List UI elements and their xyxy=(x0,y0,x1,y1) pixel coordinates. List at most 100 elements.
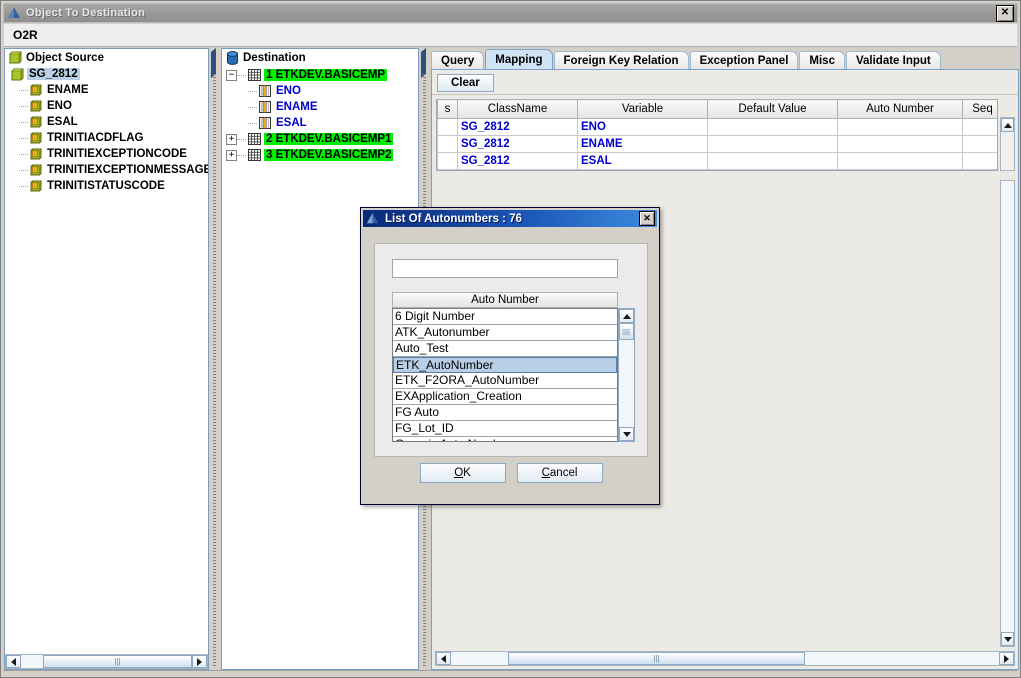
divider-expand-right-icon[interactable] xyxy=(211,58,219,78)
cell-seq[interactable] xyxy=(962,118,997,136)
dest-node-2[interactable]: + 2 ETKDEV.BASICEMP1 xyxy=(222,131,418,147)
clear-button[interactable]: Clear xyxy=(437,73,494,92)
scroll-up-button[interactable] xyxy=(1001,118,1014,132)
dest-node-1[interactable]: − 1 ETKDEV.BASICEMP xyxy=(222,67,418,83)
tree-toggle-icon[interactable]: + xyxy=(226,133,237,145)
object-source-tree[interactable]: SG_2812 ENAME ENO ESAL TRINITIACDFLAG TR… xyxy=(5,66,208,194)
cell-s[interactable] xyxy=(437,118,458,136)
cell-class-name[interactable]: SG_2812 xyxy=(457,152,578,170)
cell-variable[interactable]: ESAL xyxy=(577,152,708,170)
split-divider-left[interactable] xyxy=(209,48,221,670)
mapping-table[interactable]: s ClassName Variable Default Value Auto Numb… xyxy=(436,99,998,171)
cell-auto-number[interactable] xyxy=(837,118,963,136)
dialog-close-button[interactable]: ✕ xyxy=(639,211,655,226)
tree-node-label: TRINITIACDFLAG xyxy=(47,132,144,144)
tree-node-trinitiacdflag[interactable]: TRINITIACDFLAG xyxy=(5,130,208,146)
cell-default-value[interactable] xyxy=(707,135,838,153)
scroll-right-button[interactable] xyxy=(192,655,207,668)
autonumber-list-vscrollbar[interactable]: ||| xyxy=(618,308,635,442)
dest-node-3[interactable]: + 3 ETKDEV.BASICEMP2 xyxy=(222,147,418,163)
folder-icon xyxy=(9,51,22,64)
tab-exception-panel[interactable]: Exception Panel xyxy=(689,51,799,70)
grid-col-s[interactable]: s xyxy=(437,99,458,119)
cell-s[interactable] xyxy=(437,135,458,153)
scroll-track-left[interactable] xyxy=(451,652,508,665)
cell-s[interactable] xyxy=(437,152,458,170)
list-item[interactable]: Generic Auto Number xyxy=(393,437,617,441)
dest-child-esal[interactable]: ESAL xyxy=(222,115,418,131)
tree-toggle-icon[interactable]: + xyxy=(226,149,237,161)
cell-class-name[interactable]: SG_2812 xyxy=(457,118,578,136)
table-row[interactable]: SG_2812 ENAME xyxy=(437,135,997,153)
object-source-header: Object Source xyxy=(5,49,208,66)
tree-node-ename[interactable]: ENAME xyxy=(5,82,208,98)
tree-node-trinitistatuscode[interactable]: TRINITISTATUSCODE xyxy=(5,178,208,194)
mapping-panel-hscrollbar[interactable]: ||| xyxy=(435,651,1015,666)
scroll-up-button[interactable] xyxy=(619,309,634,323)
cell-seq[interactable] xyxy=(962,135,997,153)
grid-col-auto-number[interactable]: Auto Number xyxy=(837,99,963,119)
dest-child-eno[interactable]: ENO xyxy=(222,83,418,99)
tab-foreign-key-relation[interactable]: Foreign Key Relation xyxy=(553,51,689,70)
scroll-thumb[interactable]: ||| xyxy=(508,652,805,665)
scroll-down-button[interactable] xyxy=(1001,632,1014,646)
tree-node-eno[interactable]: ENO xyxy=(5,98,208,114)
dialog-body: Auto Number 6 Digit Number ATK_Autonumber… xyxy=(374,243,648,457)
table-row[interactable]: SG_2812 ESAL xyxy=(437,152,997,170)
dialog-button-row: OK Cancel xyxy=(361,463,661,483)
cell-auto-number[interactable] xyxy=(837,135,963,153)
cell-variable[interactable]: ENO xyxy=(577,118,708,136)
cancel-button[interactable]: Cancel xyxy=(516,463,603,483)
tab-strip[interactable]: Query Mapping Foreign Key Relation Exceptio… xyxy=(431,48,942,70)
mapping-table-vscrollbar[interactable] xyxy=(1000,117,1015,171)
scroll-track-right[interactable] xyxy=(805,652,999,665)
grid-col-classname[interactable]: ClassName xyxy=(457,99,578,119)
table-row[interactable]: SG_2812 ENO xyxy=(437,118,997,136)
cell-default-value[interactable] xyxy=(707,152,838,170)
cell-class-name[interactable]: SG_2812 xyxy=(457,135,578,153)
tree-node-trinitiexceptionmessage[interactable]: TRINITIEXCEPTIONMESSAGE xyxy=(5,162,208,178)
tab-validate-input[interactable]: Validate Input xyxy=(845,51,941,70)
scroll-left-button[interactable] xyxy=(6,655,21,668)
scroll-track-left[interactable] xyxy=(21,655,43,668)
scroll-track[interactable] xyxy=(619,340,634,427)
list-item[interactable]: FG Auto xyxy=(393,405,617,421)
scroll-left-button[interactable] xyxy=(436,652,451,665)
list-item[interactable]: Auto_Test xyxy=(393,341,617,357)
tab-mapping[interactable]: Mapping xyxy=(485,49,553,70)
list-item[interactable]: 6 Digit Number xyxy=(393,309,617,325)
object-source-hscrollbar[interactable]: ||| xyxy=(5,654,208,669)
dest-child-ename[interactable]: ENAME xyxy=(222,99,418,115)
window-close-button[interactable]: ✕ xyxy=(996,4,1014,22)
scroll-down-button[interactable] xyxy=(619,427,634,441)
ok-button[interactable]: OK xyxy=(419,463,506,483)
scroll-track[interactable] xyxy=(1001,181,1014,646)
cell-default-value[interactable] xyxy=(707,118,838,136)
attribute-icon xyxy=(30,132,42,144)
list-item[interactable]: ETK_F2ORA_AutoNumber xyxy=(393,373,617,389)
scroll-thumb[interactable]: ||| xyxy=(619,323,634,340)
cell-auto-number[interactable] xyxy=(837,152,963,170)
list-item[interactable]: FG_Lot_ID xyxy=(393,421,617,437)
tree-node-esal[interactable]: ESAL xyxy=(5,114,208,130)
list-item[interactable]: ATK_Autonumber xyxy=(393,325,617,341)
tree-toggle-icon[interactable]: − xyxy=(226,69,237,81)
destination-tree[interactable]: − 1 ETKDEV.BASICEMP ENO ENAME ESAL + 2 E… xyxy=(222,67,418,163)
mapping-panel-vscrollbar[interactable] xyxy=(1000,180,1015,647)
list-item[interactable]: ETK_AutoNumber xyxy=(393,357,617,373)
list-item[interactable]: EXApplication_Creation xyxy=(393,389,617,405)
grid-col-seq[interactable]: Seq xyxy=(962,99,997,119)
cell-variable[interactable]: ENAME xyxy=(577,135,708,153)
tab-query[interactable]: Query xyxy=(431,51,485,70)
autonumber-search-input[interactable] xyxy=(392,259,618,278)
grid-col-default-value[interactable]: Default Value xyxy=(707,99,838,119)
autonumber-list[interactable]: 6 Digit Number ATK_Autonumber Auto_Test ETK… xyxy=(392,308,618,442)
tab-misc[interactable]: Misc xyxy=(799,51,845,70)
scroll-thumb[interactable]: ||| xyxy=(43,655,192,668)
tree-node-trinitiexceptioncode[interactable]: TRINITIEXCEPTIONCODE xyxy=(5,146,208,162)
grid-col-variable[interactable]: Variable xyxy=(577,99,708,119)
scroll-right-button[interactable] xyxy=(999,652,1014,665)
cell-seq[interactable] xyxy=(962,152,997,170)
divider-expand-left-icon[interactable] xyxy=(421,58,429,78)
tree-node-root[interactable]: SG_2812 xyxy=(5,66,208,82)
